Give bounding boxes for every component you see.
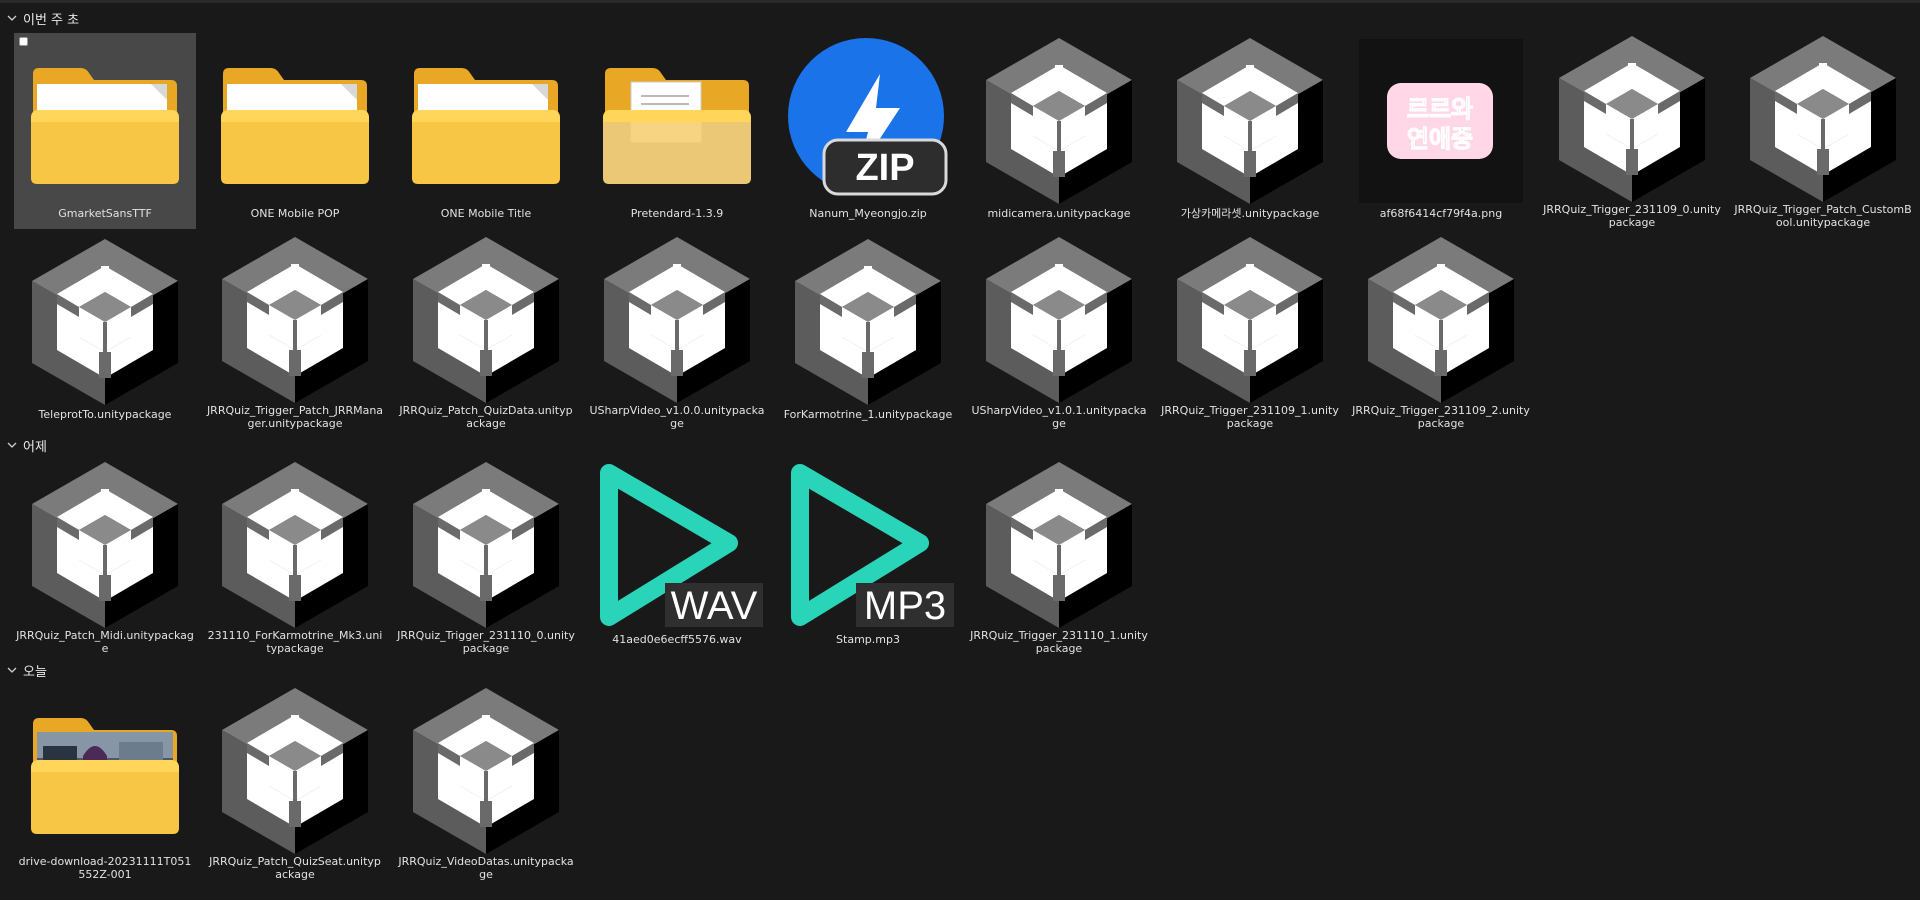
file-item[interactable]: TeleprotTo.unitypackage bbox=[14, 234, 196, 430]
unity-package-icon bbox=[1159, 234, 1341, 406]
folder-icon bbox=[586, 33, 768, 209]
unity-package-icon bbox=[1732, 33, 1914, 205]
file-item[interactable]: WAV 41aed0e6ecff5576.wav bbox=[586, 459, 768, 655]
file-item[interactable]: JRRQuiz_Patch_QuizData.unitypackage bbox=[395, 234, 577, 430]
unity-package-icon bbox=[204, 685, 386, 857]
file-item[interactable]: ForKarmotrine_1.unitypackage bbox=[777, 234, 959, 430]
unity-package-icon bbox=[1350, 234, 1532, 406]
file-name-label: JRRQuiz_Trigger_231109_0.unitypackage bbox=[1543, 203, 1721, 229]
group-title: 오늘 bbox=[23, 664, 47, 680]
zip-file-icon: ZIP bbox=[777, 33, 959, 209]
file-item[interactable]: 하고 ONE Mobile Title bbox=[395, 33, 577, 229]
unity-package-icon bbox=[395, 459, 577, 631]
unity-package-icon bbox=[395, 685, 577, 857]
folder-icon bbox=[14, 685, 196, 857]
chevron-down-icon bbox=[6, 12, 18, 24]
unity-package-icon bbox=[586, 234, 768, 406]
image-thumbnail: 르르와 연애중 bbox=[1350, 33, 1532, 209]
chevron-down-icon bbox=[6, 439, 18, 451]
file-name-label: JRRQuiz_Trigger_231109_1.unitypackage bbox=[1161, 404, 1339, 430]
file-item[interactable]: midicamera.unitypackage bbox=[968, 33, 1150, 229]
svg-text:WAV: WAV bbox=[671, 584, 758, 628]
file-item[interactable]: 가상카메라셋.unitypackage bbox=[1159, 33, 1341, 229]
group-title: 어제 bbox=[23, 439, 47, 455]
file-name-label: drive-download-20231111T051552Z-001 bbox=[18, 855, 192, 881]
file-item[interactable]: JRRQuiz_Patch_Midi.unitypackage bbox=[14, 459, 196, 655]
folder-icon: 하고 bbox=[204, 33, 386, 209]
file-item[interactable]: 르르와 연애중 af68f6414cf79f4a.png bbox=[1350, 33, 1532, 229]
file-name-label: USharpVideo_v1.0.0.unitypackage bbox=[589, 404, 765, 430]
file-item[interactable]: JRRQuiz_VideoDatas.unitypackage bbox=[395, 685, 577, 881]
group-header-yesterday[interactable]: 어제 bbox=[6, 434, 47, 456]
unity-package-icon bbox=[204, 234, 386, 406]
file-item[interactable]: USharpVideo_v1.0.0.unitypackage bbox=[586, 234, 768, 430]
file-name-label: 231110_ForKarmotrine_Mk3.unitypackage bbox=[207, 629, 383, 655]
file-item[interactable]: JRRQuiz_Trigger_231110_1.unitypackage bbox=[968, 459, 1150, 655]
unity-package-icon bbox=[14, 234, 196, 410]
unity-package-icon bbox=[1159, 33, 1341, 209]
select-checkbox[interactable] bbox=[19, 37, 28, 46]
group-header-today[interactable]: 오늘 bbox=[6, 659, 47, 681]
audio-file-icon: MP3 bbox=[777, 459, 959, 635]
audio-file-icon: WAV bbox=[586, 459, 768, 635]
unity-package-icon bbox=[14, 459, 196, 631]
top-divider bbox=[0, 0, 1920, 3]
unity-package-icon bbox=[968, 234, 1150, 406]
file-item[interactable]: Pretendard-1.3.9 bbox=[586, 33, 768, 229]
file-item[interactable]: drive-download-20231111T051552Z-001 bbox=[14, 685, 196, 881]
file-name-label: JRRQuiz_VideoDatas.unitypackage bbox=[398, 855, 574, 881]
file-name-label: JRRQuiz_Trigger_231109_2.unitypackage bbox=[1352, 404, 1530, 430]
unity-package-icon bbox=[1541, 33, 1723, 205]
file-item[interactable]: ZIP Nanum_Myeongjo.zip bbox=[777, 33, 959, 229]
group-header-this-week[interactable]: 이번 주 초 bbox=[6, 7, 79, 29]
file-item[interactable]: USharpVideo_v1.0.1.unitypackage bbox=[968, 234, 1150, 430]
file-item[interactable]: MP3 Stamp.mp3 bbox=[777, 459, 959, 655]
file-name-label: USharpVideo_v1.0.1.unitypackage bbox=[971, 404, 1147, 430]
unity-package-icon bbox=[204, 459, 386, 631]
svg-text:르르와: 르르와 bbox=[1407, 95, 1473, 123]
file-item[interactable]: 231110_ForKarmotrine_Mk3.unitypackage bbox=[204, 459, 386, 655]
file-item[interactable]: JRRQuiz_Patch_QuizSeat.unitypackage bbox=[204, 685, 386, 881]
file-item[interactable]: JRRQuiz_Trigger_231109_1.unitypackage bbox=[1159, 234, 1341, 430]
folder-icon: Sㅣ bbox=[14, 33, 196, 209]
chevron-down-icon bbox=[6, 664, 18, 676]
file-name-label: JRRQuiz_Patch_Midi.unitypackage bbox=[16, 629, 194, 655]
file-name-label: JRRQuiz_Patch_QuizData.unitypackage bbox=[399, 404, 573, 430]
file-name-label: JRRQuiz_Patch_QuizSeat.unitypackage bbox=[209, 855, 381, 881]
file-item[interactable]: JRRQuiz_Trigger_231110_0.unitypackage bbox=[395, 459, 577, 655]
group-title: 이번 주 초 bbox=[23, 12, 80, 28]
folder-icon: 하고 bbox=[395, 33, 577, 209]
file-item[interactable]: JRRQuiz_Trigger_Patch_JRRManager.unitypa… bbox=[204, 234, 386, 430]
file-item[interactable]: JRRQuiz_Trigger_Patch_CustomBool.unitypa… bbox=[1732, 33, 1914, 229]
unity-package-icon bbox=[777, 234, 959, 410]
unity-package-icon bbox=[968, 33, 1150, 209]
file-item[interactable]: JRRQuiz_Trigger_231109_0.unitypackage bbox=[1541, 33, 1723, 229]
unity-package-icon bbox=[395, 234, 577, 406]
file-item[interactable]: 하고 ONE Mobile POP bbox=[204, 33, 386, 229]
file-name-label: JRRQuiz_Trigger_Patch_CustomBool.unitypa… bbox=[1734, 203, 1912, 229]
file-name-label: JRRQuiz_Trigger_Patch_JRRManager.unitypa… bbox=[206, 404, 384, 430]
file-item[interactable]: JRRQuiz_Trigger_231109_2.unitypackage bbox=[1350, 234, 1532, 430]
unity-package-icon bbox=[968, 459, 1150, 631]
svg-text:ZIP: ZIP bbox=[855, 147, 914, 189]
file-name-label: JRRQuiz_Trigger_231110_0.unitypackage bbox=[397, 629, 575, 655]
file-name-label: JRRQuiz_Trigger_231110_1.unitypackage bbox=[970, 629, 1148, 655]
svg-text:MP3: MP3 bbox=[864, 584, 946, 628]
file-item[interactable]: Sㅣ GmarketSansTTF bbox=[14, 33, 196, 229]
svg-text:연애중: 연애중 bbox=[1407, 125, 1473, 153]
